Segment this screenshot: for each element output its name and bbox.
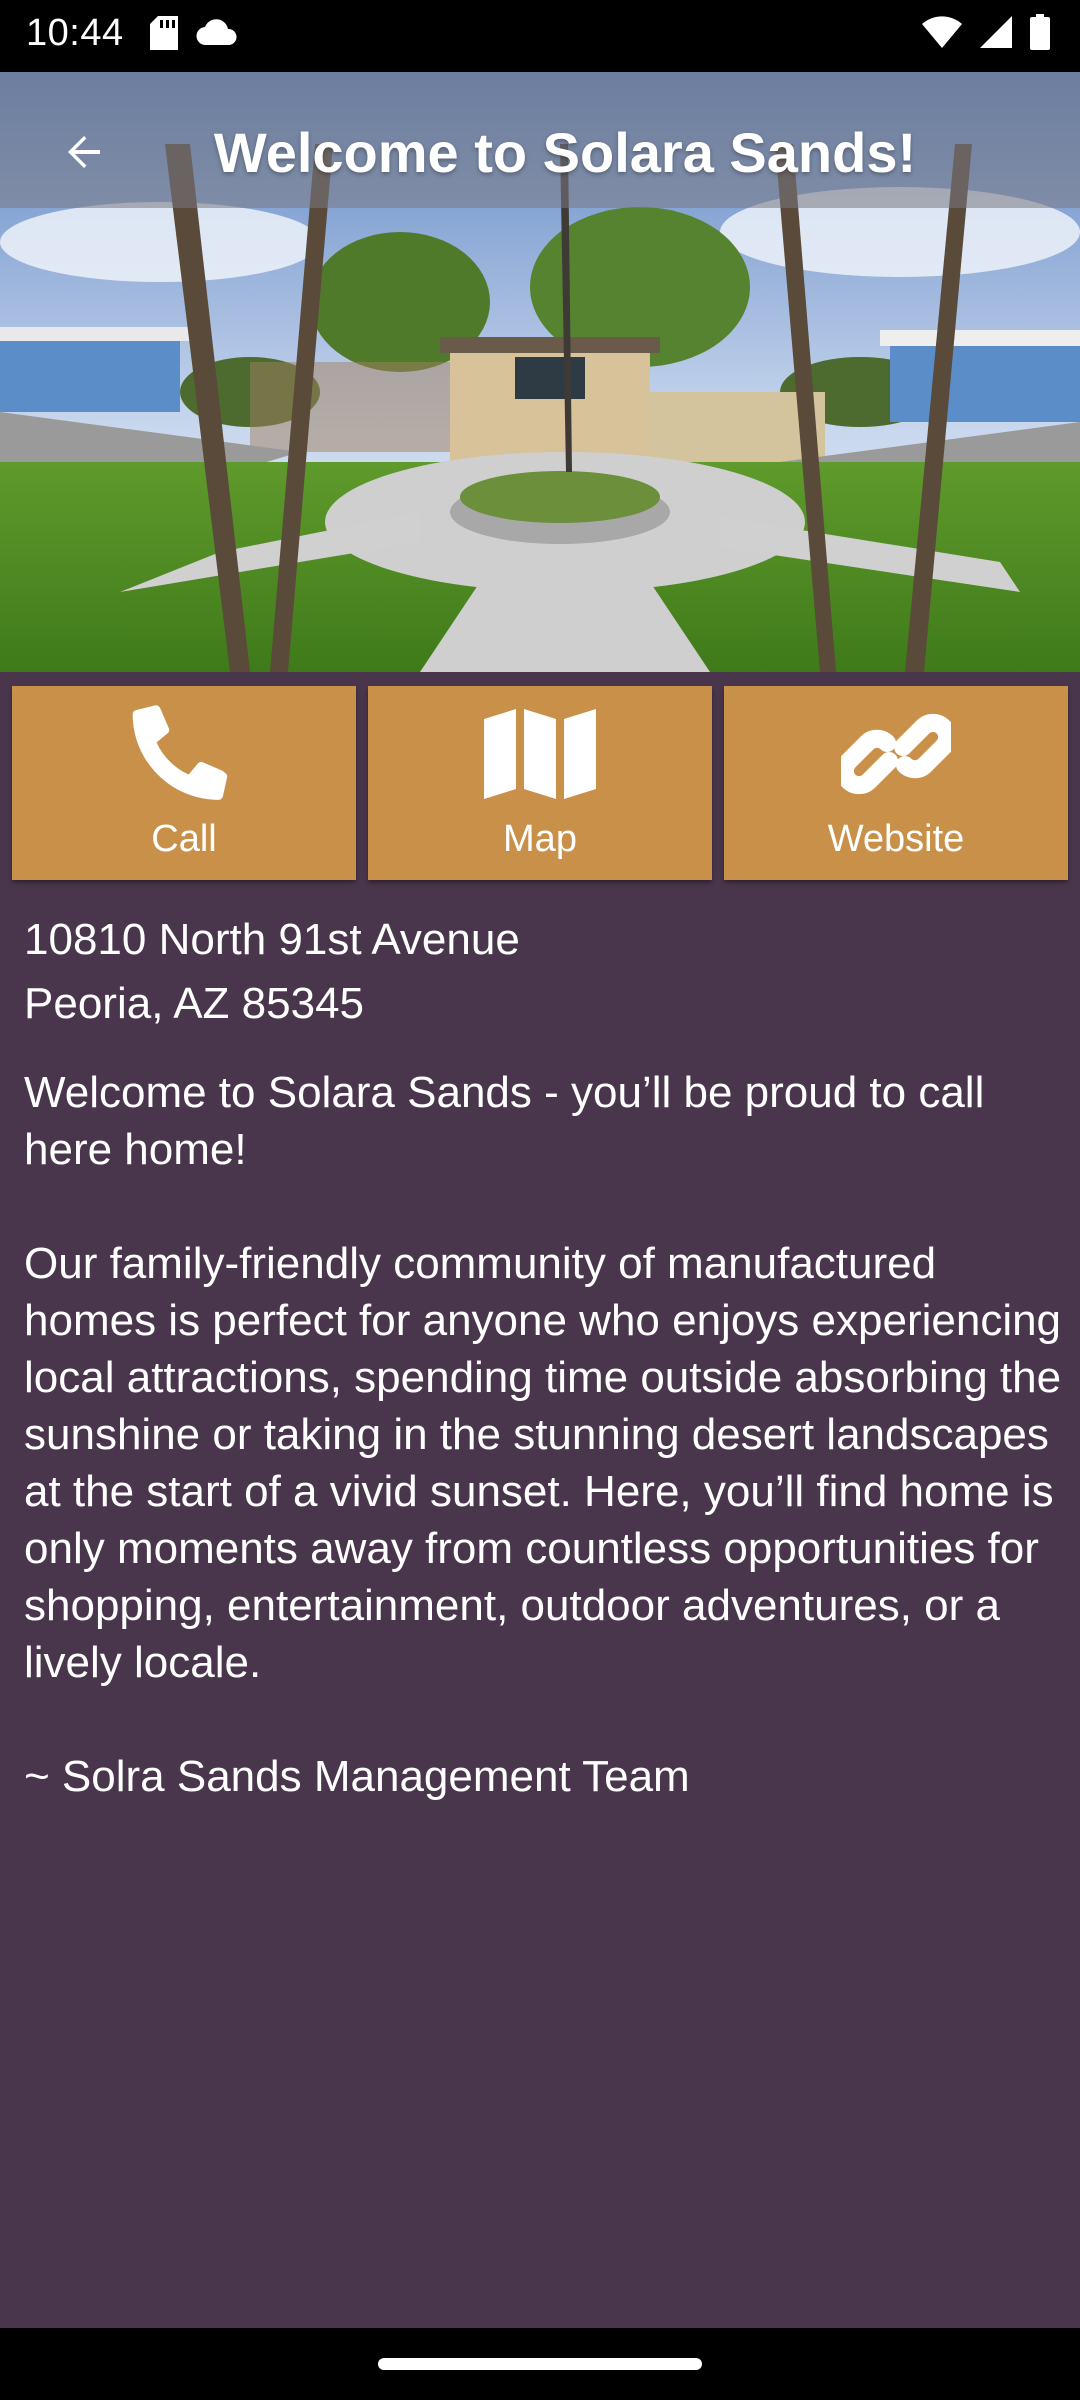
- status-bar: 10:44: [0, 0, 1080, 72]
- page-title: Welcome to Solara Sands!: [213, 121, 917, 184]
- address: 10810 North 91st Avenue Peoria, AZ 85345: [24, 908, 1054, 1036]
- home-gesture-handle[interactable]: [378, 2358, 702, 2370]
- signal-icon: [980, 16, 1012, 53]
- description-intro: Welcome to Solara Sands - you’ll be prou…: [24, 1068, 985, 1174]
- description-signature: ~ Solra Sands Management Team: [24, 1752, 690, 1801]
- map-icon: [484, 708, 596, 804]
- address-line-2: Peoria, AZ 85345: [24, 979, 365, 1028]
- website-label: Website: [827, 818, 965, 860]
- cloud-icon: [196, 19, 238, 52]
- map-label: Map: [503, 818, 577, 860]
- description: Welcome to Solara Sands - you’ll be prou…: [24, 1064, 1064, 1862]
- call-button[interactable]: Call: [12, 686, 356, 880]
- call-label: Call: [151, 818, 217, 860]
- battery-icon: [1030, 14, 1050, 55]
- description-body: Our family-friendly community of manufac…: [24, 1239, 1062, 1687]
- address-line-1: 10810 North 91st Avenue: [24, 915, 520, 964]
- phone-icon: [129, 699, 239, 814]
- action-buttons: Call Map Website: [12, 686, 1068, 880]
- map-button[interactable]: Map: [368, 686, 712, 880]
- link-icon: [835, 699, 957, 814]
- website-button[interactable]: Website: [724, 686, 1068, 880]
- wifi-icon: [922, 16, 962, 53]
- sd-card-icon: [150, 16, 178, 55]
- navigation-bar: [0, 2328, 1080, 2400]
- status-time: 10:44: [26, 12, 124, 54]
